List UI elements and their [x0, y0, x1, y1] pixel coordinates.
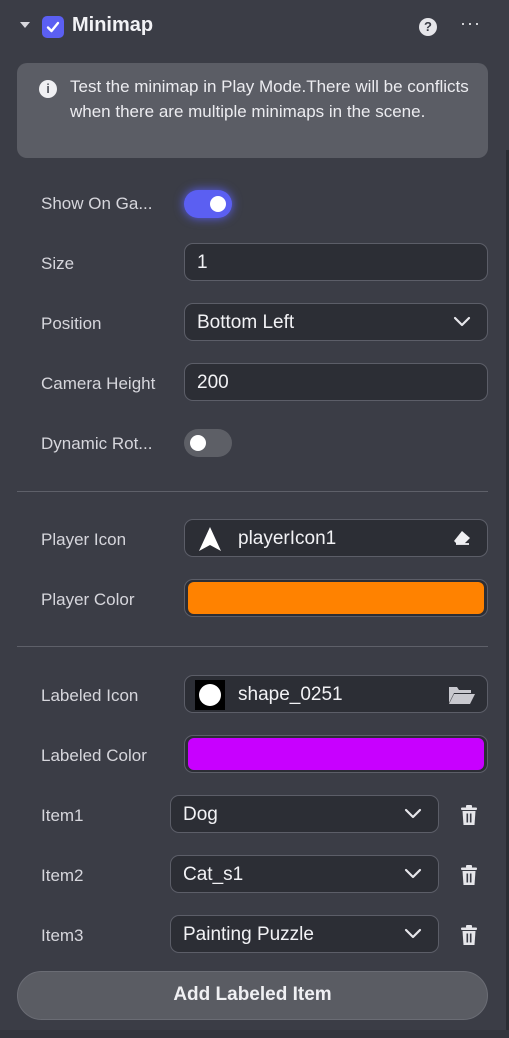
dynamic-rotation-toggle[interactable]	[184, 429, 232, 457]
player-color-label: Player Color	[41, 590, 135, 609]
item3-select[interactable]: Painting Puzzle	[170, 915, 439, 953]
item2-value: Cat_s1	[183, 864, 244, 885]
more-options-icon[interactable]: ···	[460, 13, 481, 34]
circle-shape-icon	[195, 680, 225, 710]
size-label: Size	[41, 254, 75, 273]
folder-icon[interactable]	[448, 685, 476, 705]
eraser-icon[interactable]	[453, 530, 471, 546]
player-icon-field[interactable]: playerIcon1	[184, 519, 488, 557]
position-select[interactable]: Bottom Left	[184, 303, 488, 341]
item3-label: Item3	[41, 926, 84, 945]
labeled-color-swatch[interactable]	[188, 738, 484, 770]
camera-height-input[interactable]: 200	[184, 363, 488, 401]
trash-icon[interactable]	[459, 865, 479, 886]
player-color-swatch[interactable]	[188, 582, 484, 614]
check-icon	[46, 21, 60, 33]
chevron-down-icon	[453, 316, 471, 327]
player-icon-label: Player Icon	[41, 530, 127, 549]
chevron-down-icon	[404, 808, 422, 819]
info-text: Test the minimap in Play Mode.There will…	[70, 77, 469, 121]
dynamic-rotation-label: Dynamic Rot...	[41, 434, 153, 453]
size-value: 1	[197, 252, 208, 273]
info-icon: i	[39, 80, 57, 98]
trash-icon[interactable]	[459, 925, 479, 946]
chevron-down-icon	[404, 928, 422, 939]
camera-height-value: 200	[197, 372, 229, 393]
component-header: Minimap ? ···	[0, 0, 509, 56]
camera-height-label: Camera Height	[41, 374, 156, 393]
info-box: i Test the minimap in Play Mode.There wi…	[17, 63, 488, 158]
position-value: Bottom Left	[197, 312, 295, 333]
divider	[17, 646, 488, 647]
arrow-up-icon	[199, 527, 221, 551]
component-title: Minimap	[72, 14, 154, 36]
collapse-caret-icon[interactable]	[20, 22, 30, 28]
divider	[17, 491, 488, 492]
toggle-knob	[210, 196, 226, 212]
trash-icon[interactable]	[459, 805, 479, 826]
item2-select[interactable]: Cat_s1	[170, 855, 439, 893]
item2-label: Item2	[41, 866, 84, 885]
item3-value: Painting Puzzle	[183, 924, 314, 945]
item1-value: Dog	[183, 804, 218, 825]
show-on-game-toggle[interactable]	[184, 190, 232, 218]
size-input[interactable]: 1	[184, 243, 488, 281]
labeled-color-label: Labeled Color	[41, 746, 147, 765]
item1-select[interactable]: Dog	[170, 795, 439, 833]
help-icon[interactable]: ?	[419, 18, 437, 36]
player-icon-value: playerIcon1	[238, 528, 337, 549]
labeled-icon-field[interactable]: shape_0251	[184, 675, 488, 713]
enable-checkbox[interactable]	[42, 16, 64, 38]
chevron-down-icon	[404, 868, 422, 879]
labeled-icon-value: shape_0251	[238, 684, 343, 705]
show-on-game-label: Show On Ga...	[41, 194, 153, 213]
panel-bottom-edge	[0, 1030, 509, 1038]
add-labeled-item-button[interactable]: Add Labeled Item	[17, 971, 488, 1020]
item1-label: Item1	[41, 806, 84, 825]
labeled-icon-label: Labeled Icon	[41, 686, 139, 705]
minimap-panel: Minimap ? ··· i Test the minimap in Play…	[0, 0, 509, 1038]
position-label: Position	[41, 314, 102, 333]
toggle-knob	[190, 435, 206, 451]
